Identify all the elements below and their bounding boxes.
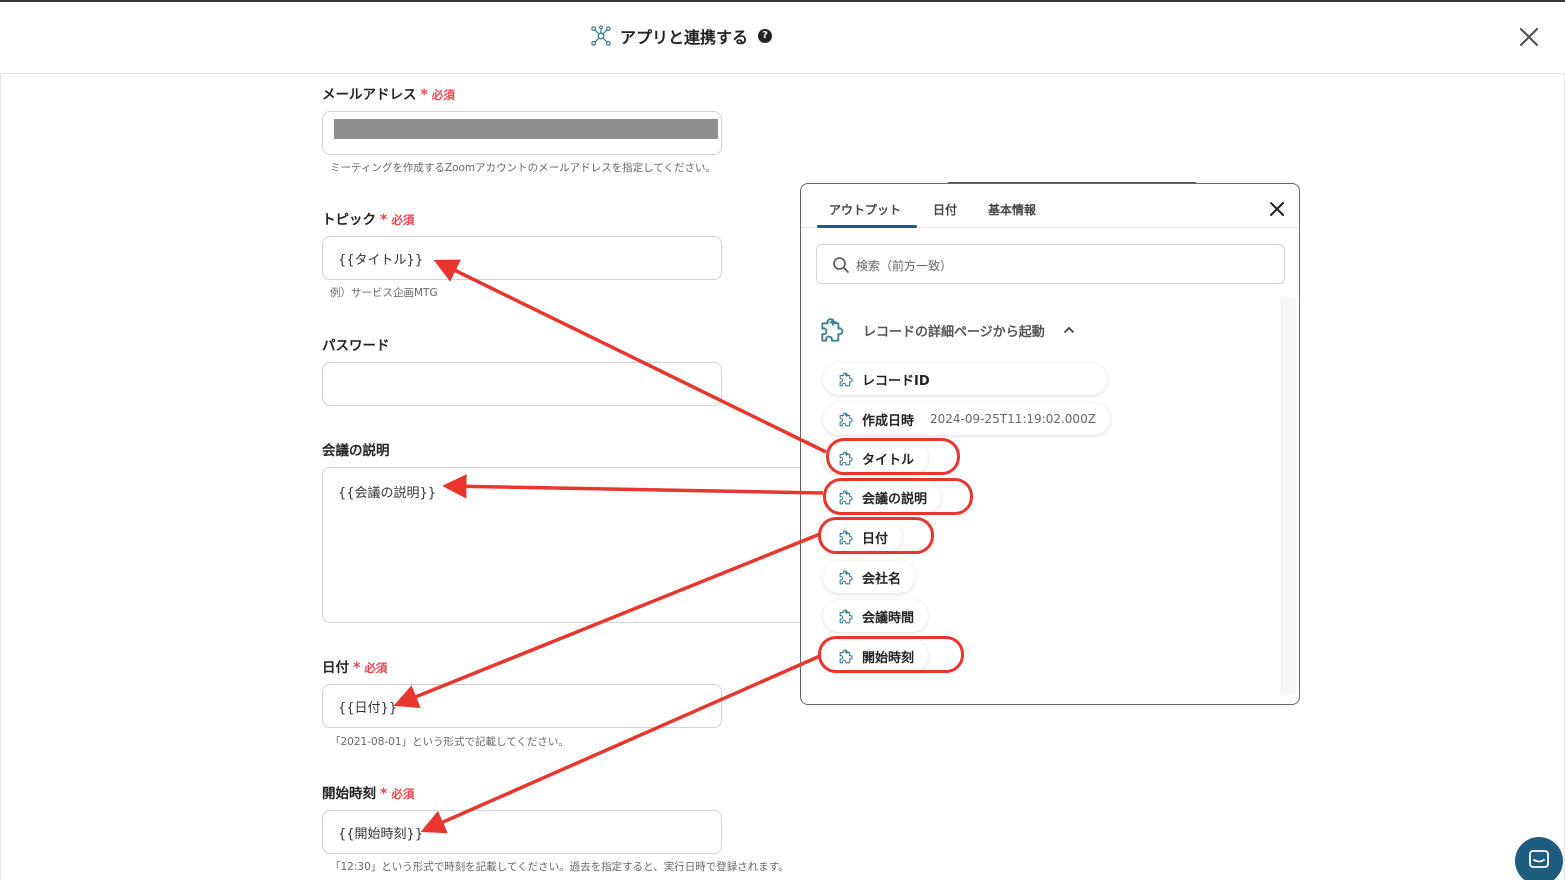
- puzzle-icon: [837, 370, 856, 389]
- arrow-title: [433, 259, 827, 454]
- chip-label: 会議の説明: [862, 491, 928, 507]
- output-chip-created-at[interactable]: 作成日時 2024-09-25T11:19:02.000Z: [823, 403, 1110, 435]
- chip-label: レコードID: [862, 373, 930, 389]
- chevron-up-icon[interactable]: [1063, 324, 1075, 336]
- close-icon[interactable]: [1516, 24, 1542, 50]
- date-label-text: 日付: [322, 660, 349, 676]
- output-chip-title[interactable]: タイトル: [823, 442, 929, 474]
- puzzle-icon: [837, 607, 856, 626]
- output-picker-popup: アウトプット 日付 基本情報 検索（前方一致） レコードの詳細ページから起動 レ…: [800, 183, 1300, 705]
- tab-basic-info[interactable]: 基本情報: [988, 201, 1036, 218]
- tab-date[interactable]: 日付: [933, 201, 957, 218]
- chip-label: 会議時間: [862, 610, 915, 626]
- password-label-text: パスワード: [322, 338, 390, 354]
- popup-tabs: アウトプット 日付 基本情報: [801, 184, 1299, 228]
- date-field[interactable]: {{日付}}: [322, 684, 722, 728]
- description-textarea[interactable]: {{会議の説明}}: [322, 467, 812, 623]
- redacted-value: [334, 119, 718, 139]
- output-chip-meeting-duration[interactable]: 会議時間: [823, 600, 929, 632]
- chat-icon: [1529, 850, 1549, 868]
- tab-output[interactable]: アウトプット: [829, 201, 901, 218]
- puzzle-icon: [837, 528, 856, 547]
- chip-label: 作成日時: [862, 413, 915, 429]
- password-field[interactable]: [322, 362, 722, 406]
- annotation-arrows: [393, 259, 827, 834]
- topic-label: トピック * 必須: [322, 208, 414, 228]
- description-label: 会議の説明: [322, 439, 390, 459]
- output-chip-date[interactable]: 日付: [823, 521, 903, 553]
- required-badge: 必須: [391, 787, 415, 801]
- modal-title-text: アプリと連携する: [620, 28, 749, 47]
- close-icon[interactable]: [1267, 199, 1287, 219]
- required-star: *: [380, 786, 388, 802]
- puzzle-icon: [837, 488, 856, 507]
- scrollbar[interactable]: [1281, 298, 1297, 694]
- start-time-field[interactable]: {{開始時刻}}: [322, 810, 722, 854]
- chip-label: タイトル: [862, 452, 915, 468]
- output-chip-company[interactable]: 会社名: [823, 561, 916, 593]
- topic-hint: 例）サービス企画MTG: [330, 287, 438, 299]
- chip-label: 開始時刻: [862, 650, 915, 666]
- start-time-label: 開始時刻 * 必須: [322, 782, 414, 802]
- modal-title: アプリと連携する ?: [590, 24, 773, 48]
- help-icon[interactable]: ?: [758, 29, 773, 43]
- modal-header: アプリと連携する ?: [0, 2, 1565, 74]
- date-hint: 「2021-08-01」という形式で記載してください。: [330, 736, 569, 748]
- required-badge: 必須: [391, 213, 415, 227]
- search-input[interactable]: 検索（前方一致）: [816, 244, 1285, 284]
- topic-label-text: トピック: [322, 212, 376, 228]
- description-label-text: 会議の説明: [322, 443, 390, 459]
- output-chip-record-id[interactable]: レコードID: [823, 363, 1107, 395]
- date-label: 日付 * 必須: [322, 656, 387, 676]
- output-chip-start-time[interactable]: 開始時刻: [823, 640, 929, 672]
- required-badge: 必須: [431, 88, 455, 102]
- chip-label: 会社名: [862, 571, 902, 587]
- email-label: メールアドレス * 必須: [322, 83, 455, 103]
- puzzle-icon: [837, 568, 856, 587]
- chip-value: 2024-09-25T11:19:02.000Z: [930, 412, 1096, 426]
- required-star: *: [353, 660, 361, 676]
- start-time-hint: 「12:30」という形式で時刻を記載してください。過去を指定すると、実行日時で登…: [330, 861, 789, 873]
- group-label: レコードの詳細ページから起動: [863, 324, 1045, 340]
- search-placeholder: 検索（前方一致）: [856, 259, 953, 273]
- group-header[interactable]: レコードの詳細ページから起動: [817, 314, 1075, 346]
- topic-field[interactable]: {{タイトル}}: [322, 236, 722, 280]
- email-hint: ミーティングを作成するZoomアカウントのメールアドレスを指定してください。: [330, 162, 717, 174]
- hub-icon: [591, 25, 611, 46]
- email-label-text: メールアドレス: [322, 87, 417, 103]
- required-star: *: [380, 212, 388, 228]
- search-icon: [833, 257, 849, 273]
- chip-label: 日付: [862, 531, 889, 547]
- active-tab-indicator: [817, 225, 917, 228]
- chat-launcher-button[interactable]: [1515, 837, 1563, 880]
- required-badge: 必須: [364, 661, 388, 675]
- required-star: *: [420, 87, 428, 103]
- start-time-label-text: 開始時刻: [322, 786, 376, 802]
- puzzle-icon: [837, 449, 856, 468]
- puzzle-icon: [837, 410, 856, 429]
- divider: [0, 74, 1, 880]
- password-label: パスワード: [322, 334, 390, 354]
- puzzle-icon: [817, 314, 849, 346]
- puzzle-icon: [837, 647, 856, 666]
- output-chip-description[interactable]: 会議の説明: [823, 481, 942, 513]
